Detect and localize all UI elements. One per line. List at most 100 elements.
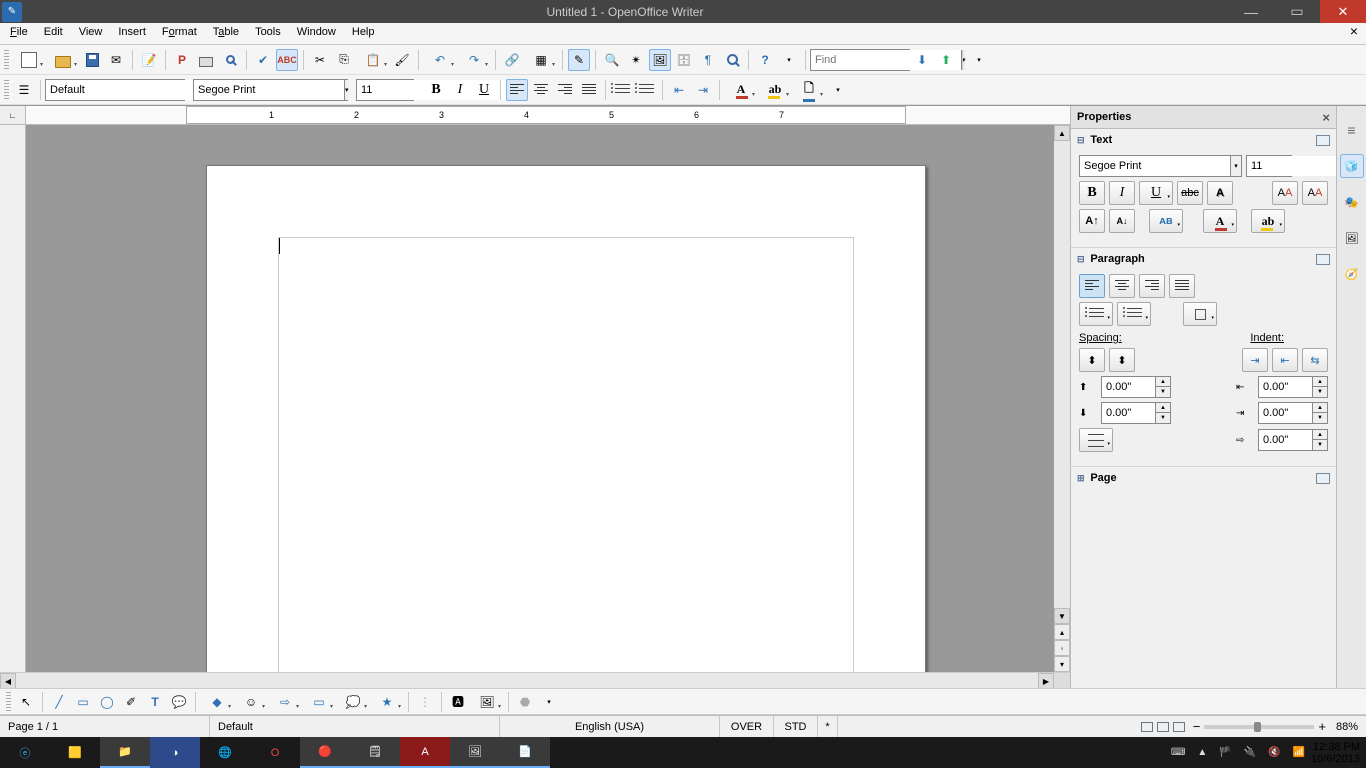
cut-button[interactable]: ✂ <box>309 49 331 71</box>
prop-italic-button[interactable]: I <box>1109 181 1135 205</box>
navigator-button[interactable]: ✴ <box>625 49 647 71</box>
align-center-button[interactable] <box>530 79 552 101</box>
font-size-select[interactable]: ▾ <box>356 79 414 101</box>
basic-shapes-button[interactable]: ◆▾ <box>201 691 233 713</box>
font-name-select[interactable]: ▾ <box>193 79 348 101</box>
prop-underline-button[interactable]: U▾ <box>1139 181 1173 205</box>
zoom-in-button[interactable]: + <box>1318 719 1326 734</box>
tray-keyboard-icon[interactable]: ⌨ <box>1171 747 1185 758</box>
gallery-tab-icon[interactable]: 🖼 <box>1340 226 1364 250</box>
prop-superscript-button[interactable]: AA <box>1272 181 1298 205</box>
symbol-shapes-button[interactable]: ☺▾ <box>235 691 267 713</box>
decrease-indent-button[interactable]: ⇤ <box>668 79 690 101</box>
fontwork-gallery-button[interactable]: 🅰 <box>447 691 469 713</box>
task-chrome-icon[interactable]: 🔴 <box>300 737 350 768</box>
more-options-icon[interactable] <box>1316 473 1330 484</box>
prop-bold-button[interactable]: B <box>1079 181 1105 205</box>
prop-font-name-select[interactable]: ▾ <box>1079 155 1242 177</box>
tray-clock[interactable]: 12:38 PM 10/6/2013 <box>1311 741 1360 765</box>
prop-numbering-button[interactable]: ▾ <box>1117 302 1151 326</box>
status-page[interactable]: Page 1 / 1 <box>0 716 210 737</box>
toolbar-overflow-icon[interactable]: ▾ <box>827 79 849 101</box>
prop-indent-left-input[interactable]: ▲▼ <box>1258 376 1328 398</box>
tray-power-icon[interactable]: 🔌 <box>1244 747 1256 758</box>
prop-indent-right-input[interactable]: ▲▼ <box>1258 402 1328 424</box>
print-button[interactable] <box>195 49 217 71</box>
maximize-button[interactable]: ▭ <box>1274 0 1320 23</box>
prop-firstline-indent-input[interactable]: ▲▼ <box>1258 429 1328 451</box>
horizontal-ruler[interactable]: 1 2 3 4 5 6 7 <box>26 106 1070 124</box>
prop-bullets-button[interactable]: ▾ <box>1079 302 1113 326</box>
view-multi-page-icon[interactable] <box>1157 722 1169 732</box>
save-button[interactable] <box>81 49 103 71</box>
tray-up-icon[interactable]: ▲ <box>1197 747 1207 758</box>
view-book-icon[interactable] <box>1173 722 1185 732</box>
export-pdf-button[interactable]: P <box>171 49 193 71</box>
menu-table[interactable]: Table <box>205 23 247 44</box>
toolbar-grip[interactable] <box>4 50 9 70</box>
help-button[interactable]: ? <box>754 49 776 71</box>
bullets-button[interactable] <box>635 79 657 101</box>
prop-increase-spacing-button[interactable]: ⬍ <box>1079 348 1105 372</box>
toolbar-overflow-icon[interactable]: ▾ <box>968 49 990 71</box>
menu-edit[interactable]: Edit <box>36 23 71 44</box>
underline-button[interactable]: U <box>473 79 495 101</box>
collapse-icon[interactable]: ⊟ <box>1077 135 1087 146</box>
status-language[interactable]: English (USA) <box>500 716 720 737</box>
scroll-down-button[interactable]: ▼ <box>1054 608 1070 624</box>
prop-increase-font-button[interactable]: A↑ <box>1079 209 1105 233</box>
menu-tools[interactable]: Tools <box>247 23 289 44</box>
format-paintbrush-button[interactable]: 🖌 <box>391 49 413 71</box>
apply-style-select[interactable]: ▾ <box>45 79 185 101</box>
prop-para-bg-button[interactable]: ▾ <box>1183 302 1217 326</box>
task-ie-icon[interactable]: ⓔ <box>0 737 50 768</box>
toolbar-overflow-icon[interactable]: ▾ <box>538 691 560 713</box>
justify-button[interactable] <box>578 79 600 101</box>
properties-tab-icon[interactable]: 🧊 <box>1340 154 1364 178</box>
navigator-tab-icon[interactable]: 🧭 <box>1340 262 1364 286</box>
ellipse-tool-icon[interactable]: ◯ <box>96 691 118 713</box>
navigation-button[interactable]: ◦ <box>1054 640 1070 656</box>
numbering-button[interactable] <box>611 79 633 101</box>
stars-button[interactable]: ★▾ <box>371 691 403 713</box>
hyperlink-button[interactable]: 🔗 <box>501 49 523 71</box>
prop-hanging-indent-button[interactable]: ⇆ <box>1302 348 1328 372</box>
prop-decrease-font-button[interactable]: A↓ <box>1109 209 1135 233</box>
email-button[interactable]: ✉ <box>105 49 127 71</box>
close-button[interactable]: ✕ <box>1320 0 1366 23</box>
from-file-button[interactable]: 🖼▾ <box>471 691 503 713</box>
more-options-icon[interactable] <box>1316 135 1330 146</box>
menu-format[interactable]: Format <box>154 23 205 44</box>
line-tool-icon[interactable]: ╱ <box>48 691 70 713</box>
menu-window[interactable]: Window <box>289 23 344 44</box>
background-color-button[interactable]: 🗋▾ <box>793 79 825 101</box>
vertical-ruler[interactable] <box>0 125 26 672</box>
menu-help[interactable]: Help <box>344 23 383 44</box>
find-toolbar-input[interactable]: ▾ <box>810 49 910 71</box>
scroll-left-button[interactable]: ◀ <box>0 673 16 688</box>
highlighting-button[interactable]: ab▾ <box>759 79 791 101</box>
zoom-slider[interactable] <box>1204 725 1314 729</box>
tray-volume-icon[interactable]: 🔇 <box>1268 747 1280 758</box>
find-replace-button[interactable]: 🔍 <box>601 49 623 71</box>
show-draw-functions-button[interactable]: ✎ <box>568 49 590 71</box>
nonprinting-chars-button[interactable]: ¶ <box>697 49 719 71</box>
block-arrows-button[interactable]: ⇨▾ <box>269 691 301 713</box>
copy-button[interactable]: ⎘ <box>333 49 355 71</box>
sidebar-settings-icon[interactable]: ≡ <box>1340 118 1364 142</box>
toolbar-grip[interactable] <box>4 80 9 100</box>
styles-button[interactable]: ☰ <box>13 79 35 101</box>
toolbar-grip[interactable] <box>6 692 11 712</box>
prop-strikethrough-button[interactable]: abc <box>1177 181 1203 205</box>
scroll-right-button[interactable]: ▶ <box>1038 673 1054 688</box>
status-zoom[interactable]: 88% <box>1328 716 1366 737</box>
tray-flag-icon[interactable]: 🏴 <box>1219 747 1231 758</box>
bold-button[interactable]: B <box>425 79 447 101</box>
points-button[interactable]: ⋮ <box>414 691 436 713</box>
scroll-up-button[interactable]: ▲ <box>1054 125 1070 141</box>
prop-increase-indent-button[interactable]: ⇥ <box>1242 348 1268 372</box>
prop-decrease-spacing-button[interactable]: ⬍ <box>1109 348 1135 372</box>
prop-align-right-button[interactable] <box>1139 274 1165 298</box>
prop-shadow-button[interactable]: A <box>1207 181 1233 205</box>
table-button[interactable]: ▦▾ <box>525 49 557 71</box>
